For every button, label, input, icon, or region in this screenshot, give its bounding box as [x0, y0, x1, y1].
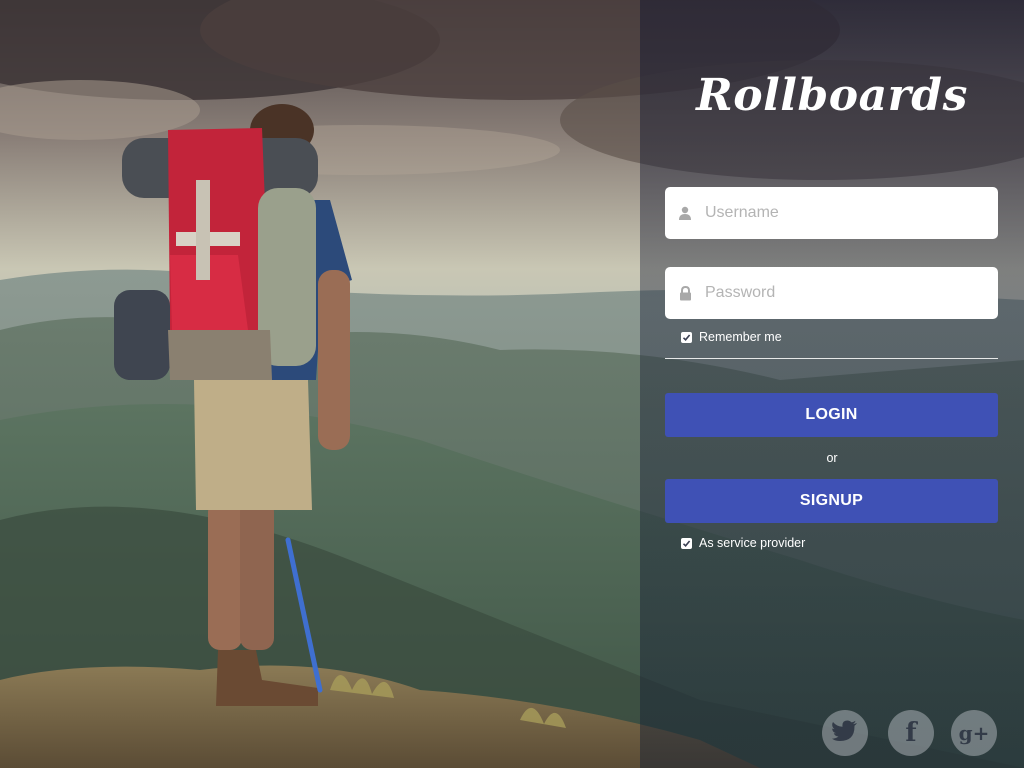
signup-button[interactable]: SIGNUP	[665, 479, 998, 523]
twitter-icon	[832, 720, 858, 747]
or-separator: or	[826, 451, 838, 465]
username-field[interactable]	[665, 187, 998, 239]
google-plus-icon: g+	[958, 721, 990, 745]
remember-me-label: Remember me	[699, 330, 782, 344]
twitter-button[interactable]	[822, 710, 868, 756]
checkbox-checked-icon[interactable]	[681, 331, 692, 343]
facebook-button[interactable]: f	[888, 710, 934, 756]
password-input[interactable]	[705, 273, 985, 313]
service-provider-label: As service provider	[699, 536, 806, 550]
login-panel: Rollboards Remember me LOGIN or SIG	[640, 0, 1024, 768]
google-plus-button[interactable]: g+	[951, 710, 997, 756]
brand-logo: Rollboards	[696, 70, 968, 121]
user-icon	[665, 187, 705, 239]
lock-icon	[665, 267, 705, 319]
divider	[665, 358, 998, 359]
username-input[interactable]	[705, 193, 985, 233]
remember-me-checkbox[interactable]: Remember me	[681, 330, 782, 344]
checkbox-checked-icon[interactable]	[681, 537, 692, 549]
login-button[interactable]: LOGIN	[665, 393, 998, 437]
facebook-icon: f	[905, 718, 917, 748]
password-field[interactable]	[665, 267, 998, 319]
service-provider-checkbox[interactable]: As service provider	[681, 536, 805, 550]
